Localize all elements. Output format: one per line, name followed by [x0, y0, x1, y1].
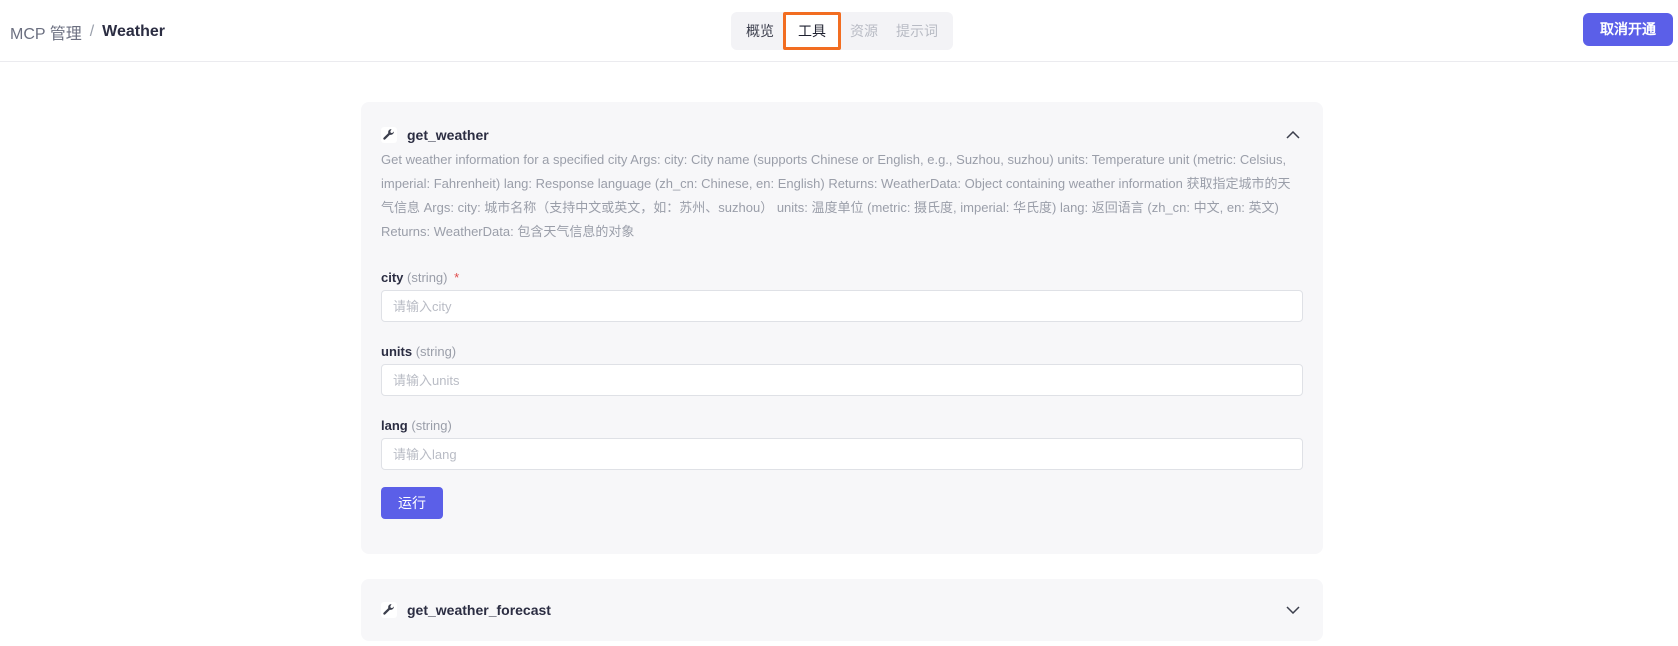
field-name: lang	[381, 418, 408, 433]
tool-name: get_weather	[407, 127, 489, 143]
tab-overview[interactable]: 概览	[737, 12, 783, 50]
city-input[interactable]	[381, 290, 1303, 322]
breadcrumb-current: Weather	[102, 23, 166, 40]
wrench-icon	[381, 602, 397, 618]
cancel-subscription-button[interactable]: 取消开通	[1583, 13, 1673, 46]
tool-name: get_weather_forecast	[407, 602, 551, 618]
tab-tools[interactable]: 工具	[783, 12, 841, 50]
lang-input[interactable]	[381, 438, 1303, 470]
tool-card-get-weather: get_weather Get weather information for …	[361, 102, 1323, 554]
breadcrumb: MCP 管理 / Weather	[10, 20, 165, 44]
units-input[interactable]	[381, 364, 1303, 396]
tool-card-get-weather-forecast: get_weather_forecast	[361, 579, 1323, 641]
field-label-units: units (string)	[381, 344, 456, 359]
tool-description: Get weather information for a specified …	[381, 152, 1291, 239]
field-type: (string)	[407, 270, 448, 285]
tab-bar: 概览 工具 资源 提示词	[731, 12, 953, 50]
wrench-icon	[381, 127, 397, 143]
breadcrumb-root[interactable]: MCP 管理	[10, 20, 82, 44]
field-label-lang: lang (string)	[381, 418, 452, 433]
field-name: city	[381, 270, 404, 285]
field-type: (string)	[411, 418, 452, 433]
tab-resources[interactable]: 资源	[841, 12, 887, 50]
field-label-city: city (string) *	[381, 270, 459, 285]
run-button[interactable]: 运行	[381, 487, 443, 519]
tool-card-header[interactable]: get_weather_forecast	[381, 598, 1303, 622]
tool-card-header[interactable]: get_weather	[381, 123, 1303, 147]
required-marker: *	[454, 270, 460, 285]
breadcrumb-separator: /	[89, 23, 95, 40]
top-bar: MCP 管理 / Weather 概览 工具 资源 提示词 取消开通	[0, 0, 1678, 62]
tab-prompts[interactable]: 提示词	[887, 12, 947, 50]
field-type: (string)	[415, 344, 457, 359]
field-name: units	[381, 344, 413, 359]
chevron-up-icon[interactable]	[1283, 125, 1303, 145]
chevron-down-icon[interactable]	[1283, 600, 1303, 620]
